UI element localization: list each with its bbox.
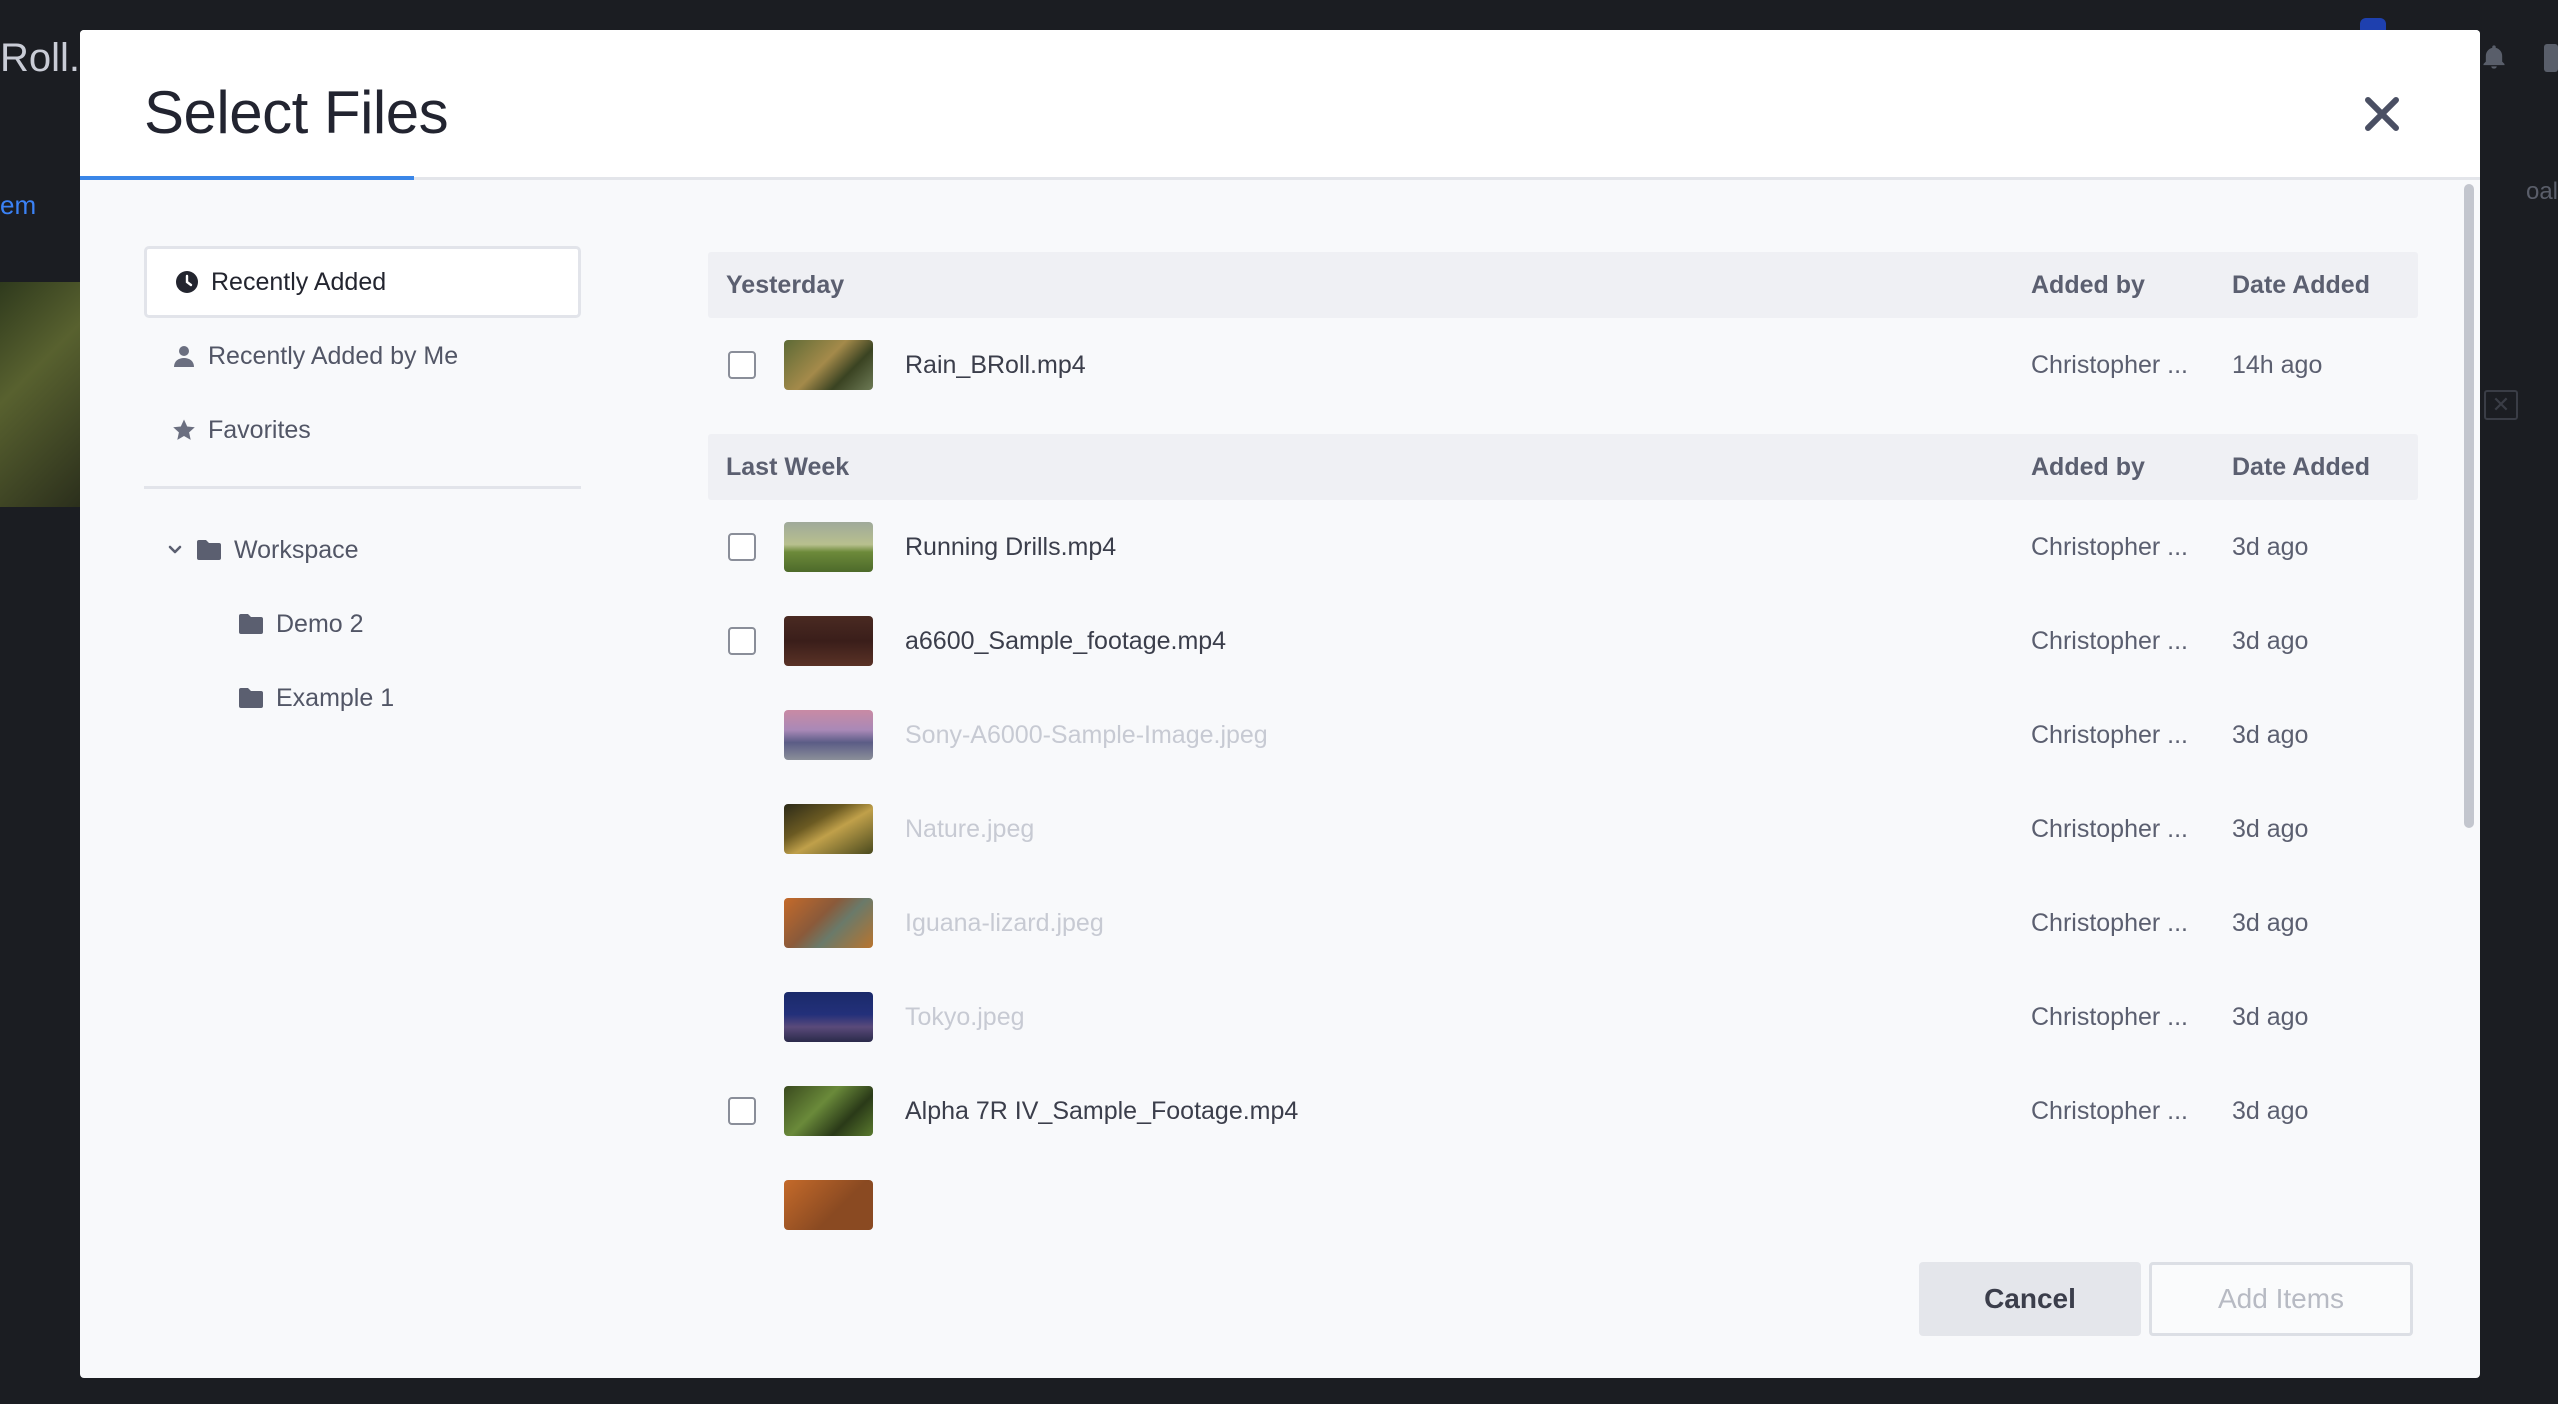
file-row[interactable]: Alpha 7R IV_Sample_Footage.mp4 Christoph… bbox=[708, 1064, 2418, 1158]
folder-icon bbox=[197, 540, 221, 560]
bell-icon bbox=[2483, 45, 2505, 69]
file-added-by: Christopher ... bbox=[2031, 350, 2189, 379]
header-accent-bar bbox=[80, 176, 414, 180]
file-name: Rain_BRoll.mp4 bbox=[905, 350, 1086, 379]
file-row[interactable]: Running Drills.mp4 Christopher ... 3d ag… bbox=[708, 500, 2418, 594]
select-files-modal: Select Files Recently Added Recently Add… bbox=[80, 30, 2480, 1378]
file-name: Tokyo.jpeg bbox=[905, 1002, 1025, 1031]
modal-title: Select Files bbox=[144, 79, 449, 146]
tree-item-example-1[interactable]: Example 1 bbox=[144, 661, 581, 735]
file-date-added: 3d ago bbox=[2232, 908, 2309, 937]
file-date-added: 3d ago bbox=[2232, 626, 2309, 655]
column-header-date-added[interactable]: Date Added bbox=[2232, 271, 2418, 300]
group-header-last-week: Last Week Added by Date Added bbox=[708, 434, 2418, 500]
user-icon bbox=[174, 346, 194, 367]
file-date-added: 14h ago bbox=[2232, 350, 2323, 379]
file-added-by: Christopher ... bbox=[2031, 1002, 2189, 1031]
nav-label: Recently Added bbox=[211, 267, 387, 296]
tree-label: Demo 2 bbox=[276, 609, 364, 638]
background-link: em bbox=[0, 190, 37, 220]
file-name: Nature.jpeg bbox=[905, 814, 1035, 843]
file-row: Nature.jpeg Christopher ... 3d ago bbox=[708, 782, 2418, 876]
add-items-button[interactable]: Add Items bbox=[2149, 1262, 2413, 1336]
sidebar: Recently Added Recently Added by Me Favo… bbox=[144, 246, 581, 735]
sidebar-divider bbox=[144, 486, 581, 489]
file-checkbox[interactable] bbox=[728, 1097, 756, 1125]
file-thumbnail bbox=[784, 804, 873, 854]
background-thumbnail bbox=[0, 282, 80, 507]
tree-label: Example 1 bbox=[276, 683, 395, 712]
folder-icon bbox=[239, 614, 263, 634]
tree-label: Workspace bbox=[234, 535, 359, 564]
file-thumbnail bbox=[784, 1180, 873, 1230]
file-thumbnail bbox=[784, 1086, 873, 1136]
file-thumbnail bbox=[784, 522, 873, 572]
file-row[interactable] bbox=[708, 1158, 2418, 1252]
file-thumbnail bbox=[784, 340, 873, 390]
file-name: Sony-A6000-Sample-Image.jpeg bbox=[905, 720, 1268, 749]
file-name: a6600_Sample_footage.mp4 bbox=[905, 626, 1227, 655]
file-added-by: Christopher ... bbox=[2031, 720, 2189, 749]
column-header-added-by[interactable]: Added by bbox=[2031, 271, 2232, 300]
group-title: Yesterday bbox=[726, 270, 845, 299]
column-header-added-by[interactable]: Added by bbox=[2031, 453, 2232, 482]
close-icon[interactable] bbox=[2356, 88, 2408, 140]
scrollbar-thumb[interactable] bbox=[2464, 184, 2474, 828]
tree-item-demo-2[interactable]: Demo 2 bbox=[144, 587, 581, 661]
background-app-title: Roll. bbox=[0, 36, 81, 80]
file-thumbnail bbox=[784, 710, 873, 760]
file-added-by: Christopher ... bbox=[2031, 532, 2189, 561]
nav-favorites[interactable]: Favorites bbox=[144, 394, 581, 466]
file-row: Iguana-lizard.jpeg Christopher ... 3d ag… bbox=[708, 876, 2418, 970]
file-checkbox[interactable] bbox=[728, 351, 756, 379]
clock-icon bbox=[176, 271, 198, 293]
file-added-by: Christopher ... bbox=[2031, 1096, 2189, 1125]
file-date-added: 3d ago bbox=[2232, 814, 2309, 843]
file-added-by: Christopher ... bbox=[2031, 908, 2189, 937]
gear-icon bbox=[2544, 44, 2558, 72]
file-added-by: Christopher ... bbox=[2031, 814, 2189, 843]
modal-header: Select Files bbox=[80, 30, 2480, 180]
background-close-icon: ✕ bbox=[2484, 390, 2518, 420]
file-date-added: 3d ago bbox=[2232, 1096, 2309, 1125]
file-thumbnail bbox=[784, 616, 873, 666]
file-date-added: 3d ago bbox=[2232, 532, 2309, 561]
file-row[interactable]: Rain_BRoll.mp4 Christopher ... 14h ago bbox=[708, 318, 2418, 412]
file-date-added: 3d ago bbox=[2232, 720, 2309, 749]
file-row[interactable]: a6600_Sample_footage.mp4 Christopher ...… bbox=[708, 594, 2418, 688]
file-thumbnail bbox=[784, 992, 873, 1042]
group-header-yesterday: Yesterday Added by Date Added bbox=[708, 252, 2418, 318]
file-row: Tokyo.jpeg Christopher ... 3d ago bbox=[708, 970, 2418, 1064]
file-name: Alpha 7R IV_Sample_Footage.mp4 bbox=[905, 1096, 1299, 1125]
nav-recently-added-by-me[interactable]: Recently Added by Me bbox=[144, 320, 581, 392]
nav-label: Recently Added by Me bbox=[208, 341, 459, 370]
chevron-down-icon[interactable] bbox=[166, 541, 184, 559]
file-checkbox[interactable] bbox=[728, 627, 756, 655]
file-list: Yesterday Added by Date Added Rain_BRoll… bbox=[708, 252, 2418, 1260]
column-header-date-added[interactable]: Date Added bbox=[2232, 453, 2418, 482]
file-thumbnail bbox=[784, 898, 873, 948]
file-checkbox[interactable] bbox=[728, 533, 756, 561]
file-name: Running Drills.mp4 bbox=[905, 532, 1117, 561]
folder-icon bbox=[239, 688, 263, 708]
cancel-button[interactable]: Cancel bbox=[1919, 1262, 2141, 1336]
file-row: Sony-A6000-Sample-Image.jpeg Christopher… bbox=[708, 688, 2418, 782]
group-title: Last Week bbox=[726, 452, 850, 481]
background-text: oal bbox=[2525, 178, 2558, 205]
nav-recently-added[interactable]: Recently Added bbox=[144, 246, 581, 318]
tree-item-workspace[interactable]: Workspace bbox=[144, 513, 581, 587]
file-date-added: 3d ago bbox=[2232, 1002, 2309, 1031]
nav-label: Favorites bbox=[208, 415, 311, 444]
file-name: Iguana-lizard.jpeg bbox=[905, 908, 1104, 937]
file-added-by: Christopher ... bbox=[2031, 626, 2189, 655]
star-icon bbox=[173, 419, 195, 440]
